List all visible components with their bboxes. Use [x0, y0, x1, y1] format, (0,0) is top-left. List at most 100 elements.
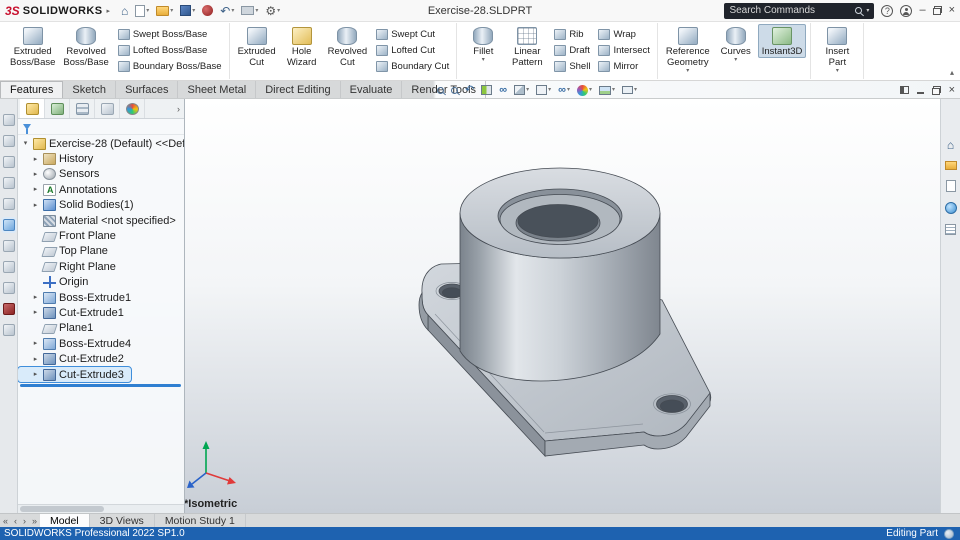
edit-appearance-button[interactable]: ▾ [576, 84, 592, 96]
scrollbar-thumb[interactable] [20, 506, 105, 512]
next-tab-button[interactable]: › [20, 514, 29, 527]
expand-arrow-icon[interactable]: ▸ [31, 186, 40, 193]
boundary-cut-button[interactable]: Boundary Cut [373, 59, 452, 73]
save-button[interactable]: ▾ [178, 2, 197, 20]
home-button[interactable]: ⌂ [119, 2, 130, 20]
tab-features[interactable]: Features [0, 81, 64, 98]
search-dropdown-icon[interactable]: ▾ [866, 8, 869, 14]
lofted-cut-button[interactable]: Lofted Cut [373, 43, 452, 57]
expand-arrow-icon[interactable]: ▸ [31, 309, 40, 316]
featuremanager-tree-tab[interactable] [20, 99, 45, 118]
tree-item-annotations[interactable]: ▸ Annotations [18, 182, 184, 197]
3dexperience-button[interactable] [200, 2, 215, 20]
mirror-button[interactable]: Mirror [595, 59, 652, 73]
collapse-arrow-icon[interactable]: ▾ [21, 140, 30, 147]
expand-arrow-icon[interactable]: ▸ [31, 294, 40, 301]
zoom-to-fit-button[interactable] [437, 86, 444, 94]
tab-sketch[interactable]: Sketch [63, 81, 117, 98]
minimize-document-button[interactable] [916, 92, 924, 94]
expand-arrow-icon[interactable]: ▸ [31, 340, 40, 347]
zoom-to-area-button[interactable] [451, 86, 458, 94]
wrap-button[interactable]: Wrap [595, 27, 652, 41]
view-orientation-button[interactable]: ▾ [514, 85, 529, 95]
online-resources-icon[interactable] [944, 202, 957, 214]
new-document-button[interactable]: ▾ [133, 2, 151, 20]
tree-item-origin[interactable]: Origin [18, 275, 184, 290]
tree-filter-row[interactable] [18, 119, 184, 135]
sketch-tool-icon[interactable] [2, 156, 15, 168]
previous-view-button[interactable]: ↶ [465, 84, 474, 96]
last-tab-button[interactable]: » [29, 514, 40, 527]
tree-item-solid-bodies[interactable]: ▸ Solid Bodies(1) [18, 198, 184, 213]
material-tool-icon[interactable] [2, 303, 15, 315]
close-document-button[interactable]: × [949, 84, 955, 96]
lofted-boss-base-button[interactable]: Lofted Boss/Base [115, 43, 225, 57]
tree-item-cut-extrude1[interactable]: ▸ Cut-Extrude1 [18, 305, 184, 320]
tab-motion-study[interactable]: Motion Study 1 [155, 514, 246, 527]
collapse-ribbon-button[interactable]: ▴ [950, 68, 954, 77]
undo-button[interactable]: ↶ ▾ [218, 2, 236, 20]
user-account-icon[interactable] [900, 4, 913, 17]
expand-arrow-icon[interactable]: ▸ [31, 202, 40, 209]
first-tab-button[interactable]: « [0, 514, 11, 527]
draft-button[interactable]: Draft [551, 43, 593, 57]
print-button[interactable]: ▾ [239, 2, 260, 20]
rib-button[interactable]: Rib [551, 27, 593, 41]
apply-scene-button[interactable]: ▾ [598, 85, 615, 95]
dimension-tool-icon[interactable] [2, 177, 15, 189]
revolved-boss-base-button[interactable]: Revolved Boss/Base [59, 24, 112, 69]
extruded-boss-base-button[interactable]: Extruded Boss/Base [6, 24, 59, 69]
previous-tab-button[interactable]: ‹ [11, 514, 20, 527]
design-library-icon[interactable] [944, 161, 957, 170]
propertymanager-tab[interactable] [45, 99, 70, 118]
orientation-triad[interactable] [187, 441, 236, 488]
arrow-tool-icon[interactable] [2, 240, 15, 252]
tab-sheet-metal[interactable]: Sheet Metal [178, 81, 257, 98]
dynamic-annotation-button[interactable]: ∞ [499, 84, 507, 96]
fillet-button[interactable]: Fillet ▾ [461, 24, 505, 65]
expand-arrow-icon[interactable]: ▸ [31, 156, 40, 163]
curves-button[interactable]: Curves ▾ [714, 24, 758, 65]
shell-button[interactable]: Shell [551, 59, 593, 73]
measure-tool-icon[interactable] [2, 282, 15, 294]
pane-toggle-icon[interactable] [899, 86, 909, 94]
help-icon[interactable]: ? [881, 4, 894, 17]
insert-part-button[interactable]: Insert Part ▾ [815, 24, 859, 77]
expand-arrow-icon[interactable]: ▸ [31, 371, 40, 378]
swept-boss-base-button[interactable]: Swept Boss/Base [115, 27, 225, 41]
options-button[interactable]: ⚙ ▾ [263, 2, 282, 20]
rollback-bar[interactable] [20, 384, 181, 388]
search-input[interactable] [729, 5, 852, 16]
tree-item-material[interactable]: Material <not specified> [18, 213, 184, 228]
displaymanager-tab[interactable] [120, 99, 145, 118]
extruded-cut-button[interactable]: Extruded Cut [234, 24, 280, 69]
tree-item-top-plane[interactable]: Top Plane [18, 244, 184, 259]
close-window-button[interactable]: × [949, 5, 955, 16]
tree-item-sensors[interactable]: ▸ Sensors [18, 167, 184, 182]
intersect-button[interactable]: Intersect [595, 43, 652, 57]
instant3d-button[interactable]: Instant3D [757, 24, 807, 59]
tab-direct-editing[interactable]: Direct Editing [256, 81, 341, 98]
part-model[interactable] [418, 167, 712, 458]
tree-item-boss-extrude4[interactable]: ▸ Boss-Extrude4 [18, 336, 184, 351]
tree-item-cut-extrude2[interactable]: ▸ Cut-Extrude2 [18, 351, 184, 366]
linear-pattern-button[interactable]: Linear Pattern [505, 24, 549, 69]
solid-body-tool-icon[interactable] [2, 219, 15, 231]
restore-document-button[interactable] [931, 85, 941, 95]
dimxpertmanager-tab[interactable] [95, 99, 120, 118]
restore-window-button[interactable] [932, 6, 942, 15]
tree-item-cut-extrude3[interactable]: ▸ Cut-Extrude3 [18, 365, 132, 384]
tree-root[interactable]: ▾ Exercise-28 (Default) <<Default>_Disp [18, 136, 184, 151]
tree-item-boss-extrude1[interactable]: ▸ Boss-Extrude1 [18, 290, 184, 305]
panel-expand-icon[interactable]: › [177, 104, 184, 114]
tab-3d-views[interactable]: 3D Views [90, 514, 155, 527]
tree-item-front-plane[interactable]: Front Plane [18, 228, 184, 243]
file-explorer-icon[interactable] [945, 180, 956, 192]
pin-tool-icon[interactable] [2, 114, 15, 126]
view-settings-button[interactable]: ▾ [621, 86, 637, 94]
display-style-button[interactable]: ▾ [536, 85, 551, 95]
tree-item-plane1[interactable]: Plane1 [18, 321, 184, 336]
visibility-tool-icon[interactable] [2, 261, 15, 273]
hide-show-items-button[interactable]: ∞ ▾ [558, 84, 570, 96]
tree-item-right-plane[interactable]: Right Plane [18, 259, 184, 274]
